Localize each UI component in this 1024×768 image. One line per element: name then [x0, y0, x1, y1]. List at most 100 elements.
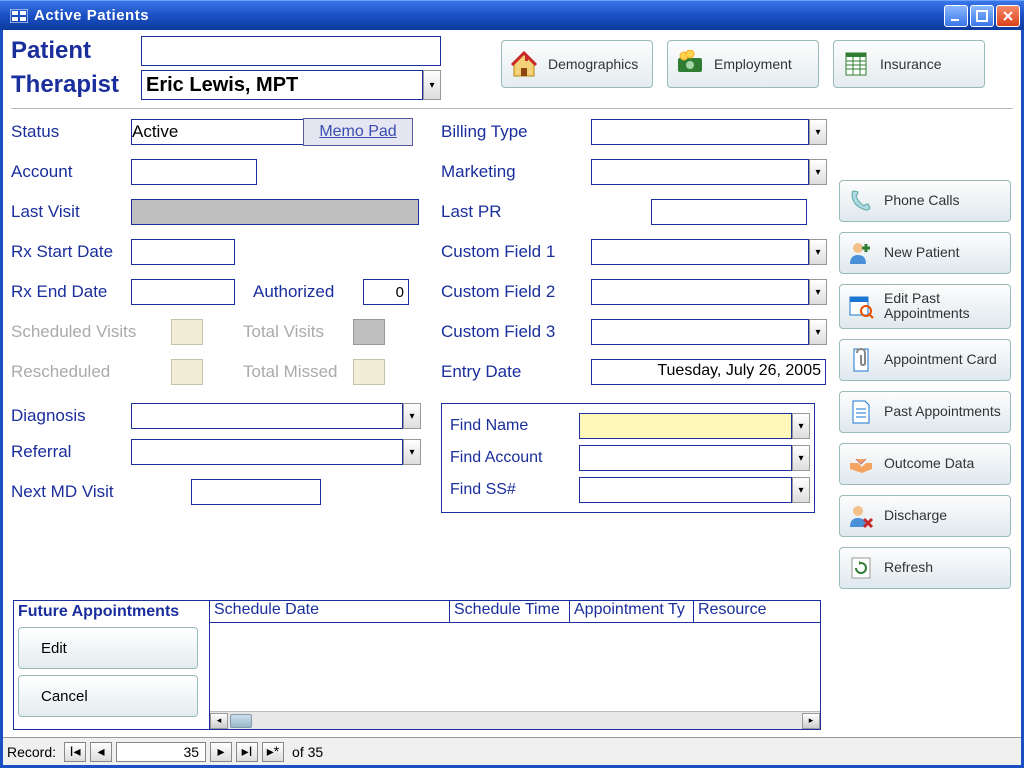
billing-type-dropdown-button[interactable]: ▾ — [809, 119, 827, 145]
col-appt-type[interactable]: Appointment Ty — [570, 601, 694, 623]
future-edit-button[interactable]: Edit — [18, 627, 198, 669]
referral-combo[interactable] — [131, 439, 403, 465]
find-account-combo[interactable] — [579, 445, 792, 471]
house-icon — [510, 50, 538, 78]
rx-end-label: Rx End Date — [11, 282, 131, 302]
phone-icon — [848, 188, 874, 214]
new-patient-label: New Patient — [884, 245, 959, 260]
total-visits-label: Total Visits — [243, 322, 353, 342]
custom3-label: Custom Field 3 — [441, 322, 591, 342]
custom2-label: Custom Field 2 — [441, 282, 591, 302]
find-account-label: Find Account — [450, 449, 579, 467]
refresh-label: Refresh — [884, 560, 933, 575]
new-record-button[interactable]: ▸* — [262, 742, 284, 762]
diagnosis-dropdown-button[interactable]: ▾ — [403, 403, 421, 429]
first-record-button[interactable]: I◂ — [64, 742, 86, 762]
demographics-label: Demographics — [548, 56, 638, 72]
prev-record-button[interactable]: ◂ — [90, 742, 112, 762]
rx-start-input[interactable] — [131, 239, 235, 265]
phone-calls-label: Phone Calls — [884, 193, 960, 208]
custom1-combo[interactable] — [591, 239, 809, 265]
custom2-dropdown-button[interactable]: ▾ — [809, 279, 827, 305]
rx-end-input[interactable] — [131, 279, 235, 305]
marketing-combo[interactable] — [591, 159, 809, 185]
find-name-dropdown-button[interactable]: ▾ — [792, 413, 810, 439]
referral-label: Referral — [11, 442, 131, 462]
authorized-label: Authorized — [253, 282, 363, 302]
next-md-label: Next MD Visit — [11, 482, 191, 502]
find-ss-dropdown-button[interactable]: ▾ — [792, 477, 810, 503]
last-visit-label: Last Visit — [11, 202, 131, 222]
divider — [11, 108, 1013, 109]
authorized-input[interactable] — [363, 279, 409, 305]
record-number-input[interactable] — [116, 742, 206, 762]
maximize-button[interactable] — [970, 5, 994, 27]
insurance-button[interactable]: Insurance — [833, 40, 985, 88]
therapist-input[interactable] — [141, 70, 423, 100]
marketing-dropdown-button[interactable]: ▾ — [809, 159, 827, 185]
record-label: Record: — [7, 744, 56, 760]
phone-calls-button[interactable]: Phone Calls — [839, 180, 1011, 222]
custom3-dropdown-button[interactable]: ▾ — [809, 319, 827, 345]
spreadsheet-icon — [842, 50, 870, 78]
scroll-thumb[interactable] — [230, 714, 252, 728]
col-schedule-date[interactable]: Schedule Date — [210, 601, 450, 623]
demographics-button[interactable]: Demographics — [501, 40, 653, 88]
last-pr-input[interactable] — [651, 199, 807, 225]
insurance-label: Insurance — [880, 56, 941, 72]
past-appts-button[interactable]: Past Appointments — [839, 391, 1011, 433]
future-edit-label: Edit — [41, 640, 67, 657]
find-account-dropdown-button[interactable]: ▾ — [792, 445, 810, 471]
total-missed-label: Total Missed — [243, 362, 353, 382]
employment-button[interactable]: Employment — [667, 40, 819, 88]
future-cancel-label: Cancel — [41, 688, 88, 705]
new-patient-button[interactable]: New Patient — [839, 232, 1011, 274]
scroll-left-button[interactable]: ◂ — [210, 713, 228, 729]
patient-input[interactable] — [141, 36, 441, 66]
edit-past-appts-button[interactable]: Edit Past Appointments — [839, 284, 1011, 329]
find-ss-combo[interactable] — [579, 477, 792, 503]
person-plus-icon — [848, 240, 874, 266]
refresh-button[interactable]: Refresh — [839, 547, 1011, 589]
custom3-combo[interactable] — [591, 319, 809, 345]
custom2-combo[interactable] — [591, 279, 809, 305]
appointment-card-label: Appointment Card — [884, 352, 997, 367]
edit-past-appts-label: Edit Past Appointments — [884, 291, 1002, 322]
last-record-button[interactable]: ▸I — [236, 742, 258, 762]
outcome-data-label: Outcome Data — [884, 456, 974, 471]
next-md-input[interactable] — [191, 479, 321, 505]
account-input[interactable] — [131, 159, 257, 185]
minimize-button[interactable] — [944, 5, 968, 27]
horizontal-scrollbar[interactable]: ◂ ▸ — [210, 711, 820, 729]
custom1-dropdown-button[interactable]: ▾ — [809, 239, 827, 265]
total-visits-input — [353, 319, 385, 345]
memo-pad-button[interactable]: Memo Pad — [303, 118, 413, 146]
billing-type-combo[interactable] — [591, 119, 809, 145]
col-resource[interactable]: Resource — [694, 601, 820, 623]
col-schedule-time[interactable]: Schedule Time — [450, 601, 570, 623]
diagnosis-combo[interactable] — [131, 403, 403, 429]
appointment-card-button[interactable]: Appointment Card — [839, 339, 1011, 381]
future-cancel-button[interactable]: Cancel — [18, 675, 198, 717]
discharge-button[interactable]: Discharge — [839, 495, 1011, 537]
scroll-right-button[interactable]: ▸ — [802, 713, 820, 729]
past-appts-label: Past Appointments — [884, 404, 1001, 419]
status-label: Status — [11, 122, 131, 142]
referral-dropdown-button[interactable]: ▾ — [403, 439, 421, 465]
patient-label: Patient — [11, 37, 141, 65]
scheduled-visits-label: Scheduled Visits — [11, 322, 171, 342]
last-pr-label: Last PR — [441, 202, 591, 222]
entry-date-value: Tuesday, July 26, 2005 — [591, 359, 826, 385]
find-name-combo[interactable] — [579, 413, 792, 439]
record-navigator: Record: I◂ ◂ ▸ ▸I ▸* of 35 — [3, 737, 1021, 765]
entry-date-label: Entry Date — [441, 362, 591, 382]
rescheduled-label: Rescheduled — [11, 362, 171, 382]
outcome-data-button[interactable]: Outcome Data — [839, 443, 1011, 485]
therapist-label: Therapist — [11, 71, 141, 99]
handshake-icon — [848, 451, 874, 477]
money-icon — [676, 50, 704, 78]
discharge-label: Discharge — [884, 508, 947, 523]
therapist-dropdown-button[interactable]: ▾ — [423, 70, 441, 100]
next-record-button[interactable]: ▸ — [210, 742, 232, 762]
close-button[interactable] — [996, 5, 1020, 27]
